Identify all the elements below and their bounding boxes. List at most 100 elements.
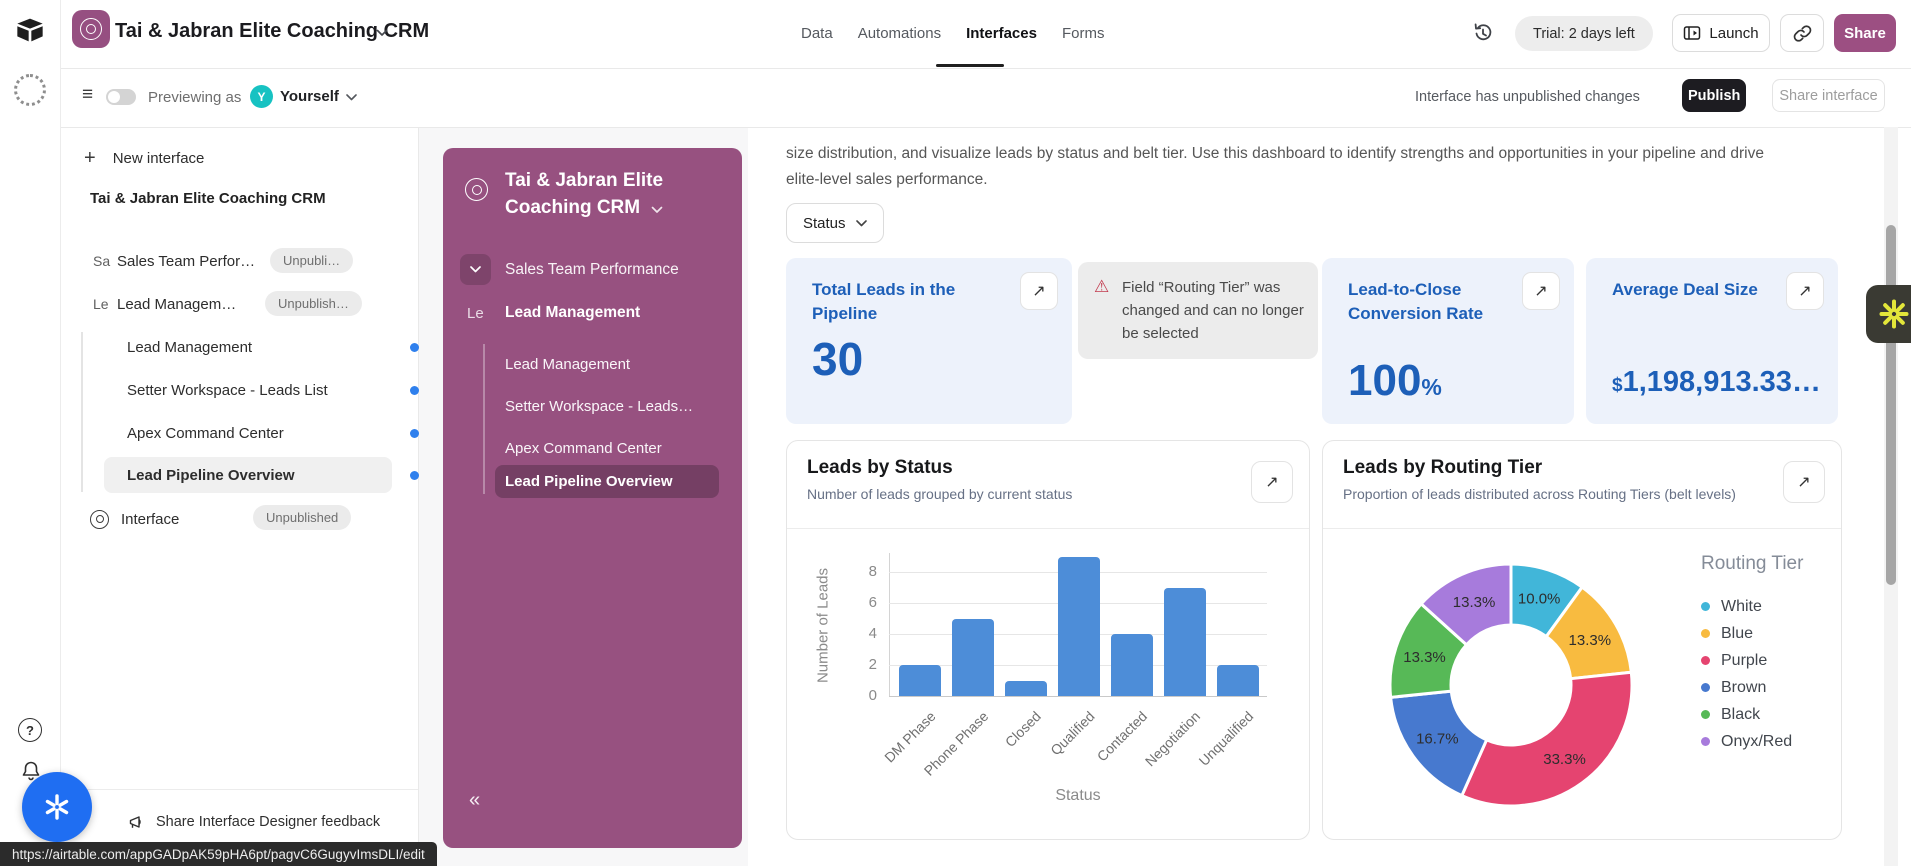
history-icon[interactable] xyxy=(1465,20,1492,46)
status-filter-dropdown[interactable]: Status xyxy=(786,203,884,243)
app-rail: ? xyxy=(0,0,61,866)
top-nav-tabs: Data Automations Interfaces Forms xyxy=(800,0,1105,67)
share-button[interactable]: Share xyxy=(1834,14,1896,52)
bar-unqualified xyxy=(1217,665,1259,696)
nav-item-lead-pipeline-overview[interactable]: Lead Pipeline Overview xyxy=(495,465,719,498)
metric-card-average-deal-size: Average Deal Size ↗ $1,198,913.33… xyxy=(1586,258,1838,424)
bar-negotiation xyxy=(1164,587,1206,696)
preview-toggle[interactable] xyxy=(106,89,136,105)
metric-title: Total Leads in the Pipeline xyxy=(812,280,956,323)
trial-badge[interactable]: Trial: 2 days left xyxy=(1515,16,1653,51)
expand-icon[interactable]: ↗ xyxy=(1786,272,1824,310)
page-description: size distribution, and visualize leads b… xyxy=(786,145,1764,162)
expand-icon[interactable]: ↗ xyxy=(1522,272,1560,310)
nav-item-lead-management[interactable]: Lead Management xyxy=(495,348,719,381)
bar-qualified xyxy=(1058,556,1100,696)
metric-card-total-leads: Total Leads in the Pipeline ↗ 30 xyxy=(786,258,1072,424)
chart-title: Leads by Routing Tier xyxy=(1343,457,1543,478)
bar-closed xyxy=(1005,680,1047,696)
expand-icon[interactable]: ↗ xyxy=(1020,272,1058,310)
preview-toolbar: ≡ Previewing as Y Yourself Interface has… xyxy=(60,68,1911,128)
active-tab-underline xyxy=(936,64,1004,67)
chevron-down-icon[interactable] xyxy=(346,94,357,101)
menu-icon[interactable]: ≡ xyxy=(76,84,99,105)
megaphone-icon xyxy=(129,816,141,828)
nav-item-setter-workspace[interactable]: Setter Workspace - Leads… xyxy=(495,390,719,423)
y-axis-line xyxy=(889,553,890,696)
chevron-down-icon[interactable] xyxy=(376,29,388,37)
sidebar-group-lead-management[interactable]: Le Lead Managem… Unpublish… xyxy=(60,287,418,321)
divider xyxy=(1323,528,1841,529)
tab-interfaces[interactable]: Interfaces xyxy=(965,25,1038,42)
launch-button[interactable]: Launch xyxy=(1672,14,1770,52)
page-description: elite-level sales performance. xyxy=(786,171,988,188)
preview-user-name[interactable]: Yourself xyxy=(280,88,339,105)
y-tick-label: 4 xyxy=(868,625,877,642)
target-icon xyxy=(465,178,488,201)
legend-item: Blue xyxy=(1701,620,1835,647)
status-badge: Unpublish… xyxy=(265,291,362,316)
help-icon[interactable]: ? xyxy=(18,718,42,742)
y-axis-label: Number of Leads xyxy=(814,567,832,684)
unsaved-dot xyxy=(410,343,419,352)
interface-title[interactable]: Tai & Jabran Elite xyxy=(505,170,663,192)
assistant-fab-button[interactable] xyxy=(22,772,92,842)
scrollbar-thumb[interactable] xyxy=(1886,225,1896,585)
interface-title[interactable]: Coaching CRM xyxy=(505,197,640,219)
y-tick-label: 6 xyxy=(868,594,877,611)
app-icon[interactable] xyxy=(72,10,110,48)
bar-chart-card: Leads by Status Number of leads grouped … xyxy=(786,440,1310,840)
metric-value: 100% xyxy=(1348,356,1442,405)
donut-chart-card: Leads by Routing Tier Proportion of lead… xyxy=(1322,440,1842,840)
warning-card: ⚠ Field “Routing Tier” was changed and c… xyxy=(1078,262,1318,359)
avatar[interactable]: Y xyxy=(250,85,273,108)
nav-group-lead-management[interactable]: Lead Management xyxy=(505,304,640,322)
chevron-down-icon xyxy=(855,219,867,226)
snowflake-icon xyxy=(45,794,69,820)
new-interface-button[interactable]: + New interface xyxy=(84,148,204,168)
sidebar-item-lead-pipeline-overview[interactable]: Lead Pipeline Overview xyxy=(104,457,419,493)
status-url-bar: https://airtable.com/appGADpAK59pHA6pt/p… xyxy=(0,842,437,866)
legend-dot xyxy=(1701,629,1710,638)
chevron-down-icon[interactable] xyxy=(651,206,663,214)
expand-icon[interactable]: ↗ xyxy=(1783,461,1825,503)
sidebar-item-lead-management[interactable]: Lead Management xyxy=(104,329,419,365)
interfaces-side-panel: + New interface Tai & Jabran Elite Coach… xyxy=(60,127,419,866)
nav-group-sales-team-performance[interactable]: Sales Team Performance xyxy=(505,261,679,279)
feedback-link[interactable]: Share Interface Designer feedback xyxy=(128,813,380,831)
legend-item: Purple xyxy=(1701,647,1835,674)
copy-link-icon[interactable] xyxy=(1780,14,1824,52)
sidebar-group-sales-team[interactable]: Sa Sales Team Perfor… Unpubli… xyxy=(60,244,418,278)
publish-button[interactable]: Publish xyxy=(1682,79,1746,112)
tab-automations[interactable]: Automations xyxy=(857,25,942,42)
tree-guide-line xyxy=(483,344,485,494)
legend-item: Black xyxy=(1701,701,1835,728)
legend-dot xyxy=(1701,710,1710,719)
expand-icon[interactable]: ↗ xyxy=(1251,461,1293,503)
nav-group-prefix: Le xyxy=(467,305,484,322)
unpublished-changes-text: Interface has unpublished changes xyxy=(1415,89,1640,105)
airtable-logo[interactable] xyxy=(14,14,46,46)
loading-spinner-icon xyxy=(14,74,46,106)
tab-forms[interactable]: Forms xyxy=(1061,25,1106,42)
nav-item-apex-command-center[interactable]: Apex Command Center xyxy=(495,432,719,465)
collapse-sidebar-button[interactable]: « xyxy=(463,788,486,813)
sidebar-item-apex-command-center[interactable]: Apex Command Center xyxy=(104,415,419,451)
y-tick-label: 2 xyxy=(868,656,877,673)
legend-dot xyxy=(1701,737,1710,746)
legend-item: Onyx/Red xyxy=(1701,728,1835,755)
sidebar-item-setter-workspace[interactable]: Setter Workspace - Leads List xyxy=(104,372,419,408)
bar-dm-phase xyxy=(899,665,941,696)
share-interface-button[interactable]: Share interface xyxy=(1772,79,1885,112)
slice-percentage-label: 13.3% xyxy=(1569,632,1612,649)
tab-data[interactable]: Data xyxy=(800,25,834,42)
y-tick-label: 0 xyxy=(868,687,877,704)
sidebar-item-interface[interactable]: Interface Unpublished xyxy=(60,502,418,536)
y-tick-label: 8 xyxy=(868,563,877,580)
legend-item: White xyxy=(1701,593,1835,620)
bar-contacted xyxy=(1111,634,1153,696)
collapse-group-button[interactable] xyxy=(460,254,491,285)
chart-title: Leads by Status xyxy=(807,457,953,478)
launch-icon xyxy=(1684,26,1701,40)
extension-badge[interactable] xyxy=(1866,285,1911,343)
